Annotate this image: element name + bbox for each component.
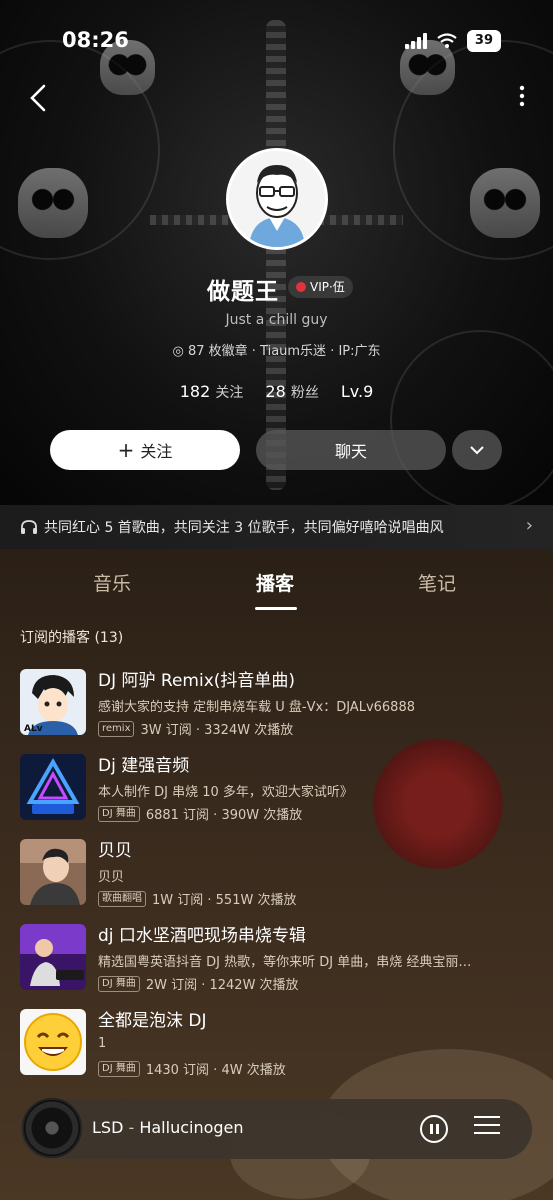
podcast-stats: 1W 订阅 · 551W 次播放: [152, 893, 297, 908]
vip-badge[interactable]: VIP·伍: [288, 276, 353, 298]
chevron-right-icon: ›: [525, 515, 533, 536]
podcast-desc: 本人制作 DJ 串烧 10 多年，欢迎大家试听》: [98, 785, 353, 800]
list-item[interactable]: Dj 建强音频 本人制作 DJ 串烧 10 多年，欢迎大家试听》 DJ 舞曲 68…: [0, 746, 553, 831]
podcast-cover: [20, 924, 86, 990]
podcast-desc: 精选国粤英语抖音 DJ 热歌，等你来听 DJ 单曲，串烧 经典宝丽…: [98, 955, 472, 970]
now-playing: LSD - Hallucinogen: [92, 1118, 244, 1137]
tab-podcast[interactable]: 播客: [256, 569, 294, 596]
common-interests-text: 共同红心 5 首歌曲，共同关注 3 位歌手，共同偏好嘻哈说唱曲风: [44, 520, 444, 536]
tab-music[interactable]: 音乐: [93, 569, 131, 596]
nickname: 做题王: [207, 279, 279, 305]
podcast-stats: 3W 订阅 · 3324W 次播放: [140, 723, 294, 738]
signal-icon: [404, 33, 427, 49]
follow-button[interactable]: + 关注: [50, 430, 240, 470]
list-item[interactable]: dj 口水坚酒吧现场串烧专辑 精选国粤英语抖音 DJ 热歌，等你来听 DJ 单曲…: [0, 916, 553, 1001]
podcast-desc: 贝贝: [98, 870, 125, 885]
skull-decoration: [18, 168, 88, 238]
expand-button[interactable]: [452, 430, 502, 470]
plus-icon: +: [117, 438, 135, 462]
chat-label: 聊天: [334, 442, 367, 461]
signature: Just a chill guy: [225, 312, 328, 328]
stat-following[interactable]: 182 关注: [180, 382, 244, 402]
stat-level[interactable]: Lv.9: [341, 382, 373, 402]
section-title: 订阅的播客 (13): [20, 630, 124, 646]
stat-followers[interactable]: 28 粉丝: [265, 382, 318, 402]
track-separator: -: [123, 1118, 140, 1137]
podcast-cover: [20, 754, 86, 820]
playlist-icon[interactable]: [474, 1116, 500, 1142]
svg-text:ALv: ALv: [24, 724, 43, 734]
podcast-title: dj 口水坚酒吧现场串烧专辑: [98, 926, 306, 946]
spine-decoration: [266, 20, 286, 490]
podcast-list: ALv DJ 阿驴 Remix(抖音单曲) 感谢大家的支持 定制串烧车载 U 盘…: [0, 661, 553, 1086]
category-tag: 歌曲翻唱: [98, 890, 146, 907]
pause-button[interactable]: [420, 1115, 448, 1143]
podcast-title: 全都是泡沫 DJ: [98, 1011, 207, 1031]
category-tag: DJ 舞曲: [98, 1060, 140, 1077]
podcast-stats: 6881 订阅 · 390W 次播放: [145, 808, 303, 823]
active-tab-indicator: [255, 607, 297, 610]
chat-button[interactable]: 聊天: [256, 430, 446, 470]
profile-meta-text: 87 枚徽章 · Tiaum乐迷 · IP:广东: [187, 344, 381, 359]
status-bar: 08:26 39: [0, 28, 553, 58]
podcast-title: DJ 阿驴 Remix(抖音单曲): [98, 671, 296, 691]
vip-icon: [296, 282, 306, 292]
wifi-icon: [437, 33, 457, 48]
album-disc[interactable]: [22, 1098, 82, 1158]
chevron-down-icon: [470, 446, 484, 455]
podcast-title: 贝贝: [98, 841, 132, 861]
status-time: 08:26: [62, 28, 129, 52]
battery-indicator: 39: [466, 30, 501, 52]
profile-stats: 182 关注 28 粉丝 Lv.9: [0, 382, 553, 402]
podcast-stats: 2W 订阅 · 1242W 次播放: [145, 978, 299, 993]
mini-player[interactable]: LSD - Hallucinogen: [20, 1098, 532, 1159]
podcast-title: Dj 建强音频: [98, 756, 190, 776]
profile-meta[interactable]: ◎ 87 枚徽章 · Tiaum乐迷 · IP:广东: [0, 340, 553, 359]
avatar[interactable]: [226, 148, 328, 250]
follow-label: 关注: [140, 442, 173, 461]
more-options-icon[interactable]: [517, 84, 527, 112]
list-item[interactable]: ALv DJ 阿驴 Remix(抖音单曲) 感谢大家的支持 定制串烧车载 U 盘…: [0, 661, 553, 746]
category-tag: DJ 舞曲: [98, 975, 140, 992]
skull-decoration: [470, 168, 540, 238]
status-icons: 39: [404, 30, 501, 52]
category-tag: remix: [98, 720, 135, 737]
vip-label: VIP·伍: [310, 280, 345, 294]
tab-notes[interactable]: 笔记: [418, 569, 456, 596]
podcast-desc: 感谢大家的支持 定制串烧车载 U 盘-Vx：DJALv66888: [98, 700, 415, 715]
podcast-stats: 1430 订阅 · 4W 次播放: [145, 1063, 286, 1078]
podcast-cover: [20, 1009, 86, 1075]
podcast-cover: [20, 839, 86, 905]
badge-icon: ◎: [172, 344, 188, 359]
podcast-cover: ALv: [20, 669, 86, 735]
track-title: LSD: [92, 1118, 124, 1137]
podcast-desc: 1: [98, 1036, 107, 1051]
category-tag: DJ 舞曲: [98, 805, 140, 822]
headphones-icon: [21, 520, 37, 534]
list-item[interactable]: 贝贝 贝贝 歌曲翻唱 1W 订阅 · 551W 次播放: [0, 831, 553, 916]
common-interests-banner[interactable]: 共同红心 5 首歌曲，共同关注 3 位歌手，共同偏好嘻哈说唱曲风 ›: [0, 505, 553, 549]
track-artist: Hallucinogen: [139, 1118, 244, 1137]
back-icon[interactable]: [26, 84, 54, 112]
list-item[interactable]: 全都是泡沫 DJ 1 DJ 舞曲 1430 订阅 · 4W 次播放: [0, 1001, 553, 1086]
